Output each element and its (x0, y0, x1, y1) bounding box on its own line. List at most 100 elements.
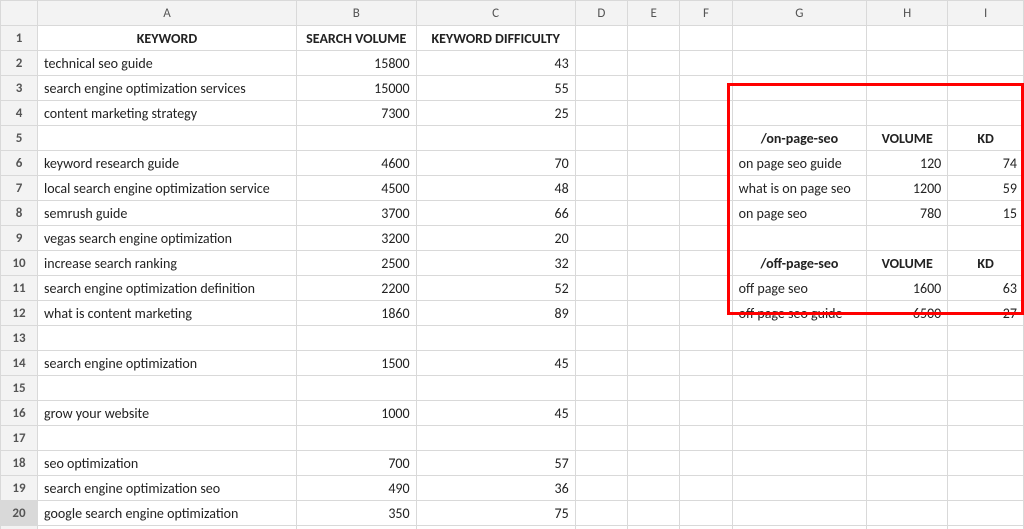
cell[interactable]: 70 (416, 151, 575, 176)
cell[interactable] (948, 376, 1024, 401)
cell[interactable]: 75 (416, 501, 575, 526)
cell[interactable]: 25 (416, 101, 575, 126)
row-header[interactable]: 9 (1, 226, 38, 251)
cell[interactable]: 700 (296, 451, 416, 476)
cell[interactable]: 42 (416, 526, 575, 529)
cell[interactable] (575, 301, 627, 326)
cell[interactable] (38, 326, 297, 351)
cell[interactable]: technical seo guide (38, 51, 297, 76)
cell[interactable] (867, 51, 948, 76)
cell[interactable]: 45 (416, 351, 575, 376)
cell[interactable] (680, 501, 732, 526)
cell[interactable] (732, 226, 867, 251)
select-all-corner[interactable] (1, 1, 38, 26)
cell[interactable] (867, 476, 948, 501)
cell[interactable] (296, 376, 416, 401)
cell[interactable] (575, 251, 627, 276)
cell[interactable] (948, 101, 1024, 126)
cell[interactable]: KEYWORD DIFFICULTY (416, 26, 575, 51)
cell[interactable]: 1200 (867, 176, 948, 201)
row-header[interactable]: 6 (1, 151, 38, 176)
cell[interactable] (948, 526, 1024, 529)
cell[interactable]: 59 (948, 176, 1024, 201)
cell[interactable] (680, 451, 732, 476)
cell[interactable]: content marketing strategy (38, 101, 297, 126)
cell[interactable] (628, 276, 680, 301)
cell[interactable] (628, 401, 680, 426)
cell[interactable] (948, 451, 1024, 476)
cell[interactable] (680, 251, 732, 276)
cell[interactable]: 57 (416, 451, 575, 476)
cell[interactable] (575, 526, 627, 529)
cell[interactable] (575, 276, 627, 301)
col-header-C[interactable]: C (416, 1, 575, 26)
cell[interactable] (628, 426, 680, 451)
cell[interactable] (575, 76, 627, 101)
cell[interactable] (732, 501, 867, 526)
cell[interactable] (867, 401, 948, 426)
cell[interactable] (680, 476, 732, 501)
row-header[interactable]: 7 (1, 176, 38, 201)
cell[interactable] (680, 201, 732, 226)
cell[interactable]: 66 (416, 201, 575, 226)
cell[interactable]: 7300 (296, 101, 416, 126)
row-header[interactable]: 4 (1, 101, 38, 126)
cell[interactable] (416, 376, 575, 401)
cell[interactable] (680, 101, 732, 126)
cell[interactable] (732, 526, 867, 529)
cell[interactable] (732, 426, 867, 451)
cell[interactable] (38, 126, 297, 151)
col-header-D[interactable]: D (575, 1, 627, 26)
cell[interactable] (575, 326, 627, 351)
cell[interactable]: what is content marketing (38, 301, 297, 326)
cell[interactable] (628, 226, 680, 251)
cell[interactable] (575, 351, 627, 376)
cell[interactable] (575, 51, 627, 76)
cell[interactable] (732, 101, 867, 126)
cell[interactable]: VOLUME (867, 126, 948, 151)
cell[interactable]: 1600 (867, 276, 948, 301)
cell[interactable] (680, 526, 732, 529)
row-header-active[interactable]: 20 (1, 501, 38, 526)
cell[interactable] (732, 26, 867, 51)
cell[interactable] (680, 76, 732, 101)
col-header-A[interactable]: A (38, 1, 297, 26)
cell[interactable] (680, 51, 732, 76)
cell[interactable] (628, 326, 680, 351)
cell[interactable]: search engine optimization (38, 351, 297, 376)
row-header[interactable]: 8 (1, 201, 38, 226)
row-header[interactable]: 21 (1, 526, 38, 529)
cell[interactable]: google search engine optimization (38, 501, 297, 526)
cell[interactable] (628, 201, 680, 226)
cell[interactable]: 6500 (867, 301, 948, 326)
cell[interactable]: KEYWORD (38, 26, 297, 51)
cell[interactable]: 200 (296, 526, 416, 529)
cell[interactable] (575, 151, 627, 176)
cell[interactable] (575, 201, 627, 226)
row-header[interactable]: 5 (1, 126, 38, 151)
cell[interactable] (948, 76, 1024, 101)
cell[interactable] (628, 351, 680, 376)
row-header[interactable]: 14 (1, 351, 38, 376)
cell[interactable] (680, 401, 732, 426)
cell[interactable] (680, 26, 732, 51)
cell[interactable] (732, 376, 867, 401)
cell[interactable]: 48 (416, 176, 575, 201)
cell[interactable] (628, 376, 680, 401)
cell[interactable] (575, 376, 627, 401)
cell[interactable] (628, 151, 680, 176)
row-header[interactable]: 17 (1, 426, 38, 451)
cell[interactable] (867, 426, 948, 451)
cell[interactable] (732, 326, 867, 351)
cell[interactable] (732, 351, 867, 376)
cell[interactable]: KD (948, 251, 1024, 276)
cell[interactable]: what is on page seo (732, 176, 867, 201)
cell[interactable] (296, 126, 416, 151)
cell[interactable]: 3200 (296, 226, 416, 251)
cell[interactable]: 780 (867, 201, 948, 226)
cell[interactable]: 3700 (296, 201, 416, 226)
cell[interactable]: 15800 (296, 51, 416, 76)
cell[interactable]: off page seo (732, 276, 867, 301)
cell[interactable]: keyword research guide (38, 151, 297, 176)
cell[interactable] (628, 26, 680, 51)
